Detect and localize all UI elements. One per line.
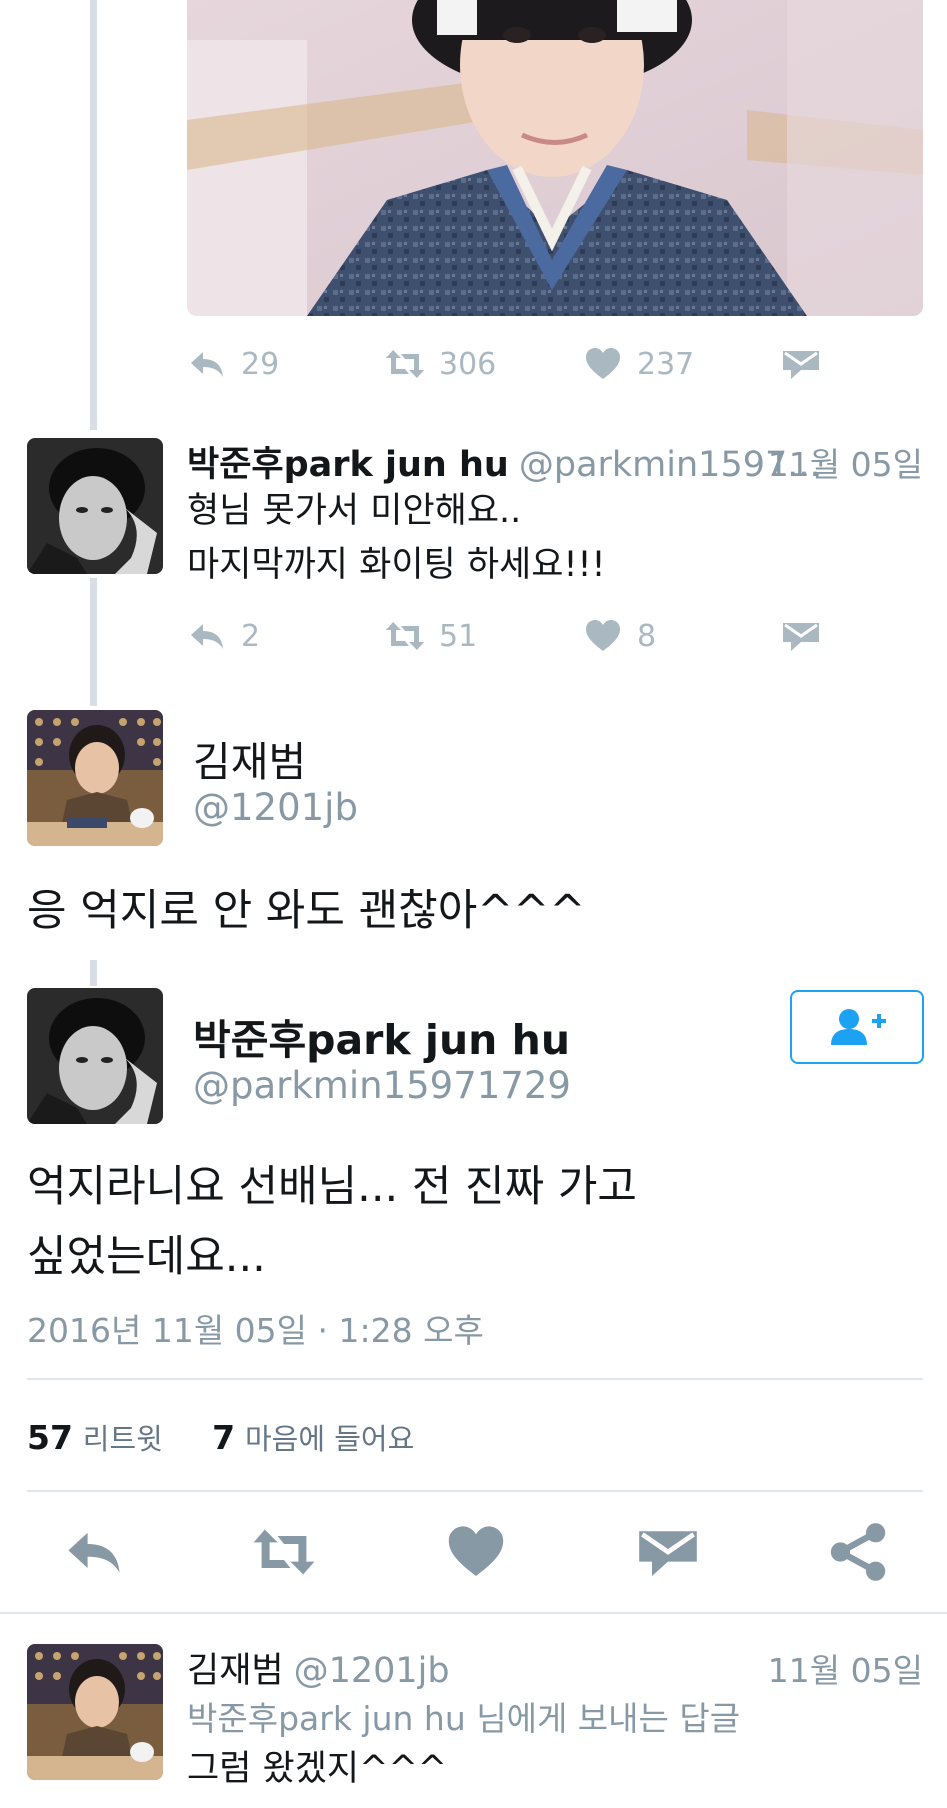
reply1-text: 형님 못가서 미안해요.. 마지막까지 화이팅 하세요!!! bbox=[187, 484, 606, 592]
retweet-icon bbox=[253, 1529, 315, 1575]
retweet-count: 306 bbox=[439, 346, 497, 382]
retweet-count: 51 bbox=[439, 618, 478, 654]
envelope-icon bbox=[639, 1531, 697, 1576]
retweet-icon bbox=[386, 622, 424, 650]
main-action-bar bbox=[0, 1520, 947, 1588]
thread-line-mid bbox=[90, 578, 97, 706]
retweet-icon bbox=[386, 350, 424, 378]
bottom-reply-date: 11월 05일 bbox=[767, 1651, 923, 1690]
dm-action[interactable] bbox=[781, 608, 835, 664]
parent-text: 응 억지로 안 와도 괜찮아^^^ bbox=[27, 886, 586, 936]
like-button[interactable] bbox=[444, 1520, 508, 1584]
reply-action[interactable]: 2 bbox=[187, 608, 260, 664]
heart-icon bbox=[586, 620, 620, 651]
retweet-action[interactable]: 306 bbox=[385, 336, 496, 392]
reply1-line-2: 마지막까지 화이팅 하세요!!! bbox=[187, 545, 606, 585]
retweet-total-label[interactable]: 리트윗 bbox=[83, 1422, 163, 1456]
reply-button[interactable] bbox=[62, 1520, 126, 1584]
engagement-stats: 57 리트윗 7 마음에 들어요 bbox=[27, 1416, 414, 1458]
divider-top bbox=[27, 1378, 923, 1380]
like-count: 237 bbox=[637, 346, 695, 382]
like-action[interactable]: 237 bbox=[583, 336, 694, 392]
reply1-line-1: 형님 못가서 미안해요.. bbox=[187, 491, 522, 531]
share-button[interactable] bbox=[826, 1520, 890, 1584]
tweet-photo[interactable] bbox=[187, 0, 923, 316]
parent-name[interactable]: 김재범 bbox=[193, 728, 306, 788]
like-total[interactable]: 7 bbox=[212, 1418, 235, 1457]
avatar-kimjaebum[interactable] bbox=[27, 710, 163, 846]
share-icon bbox=[830, 1523, 886, 1581]
reply1-header: 박준후park jun hu @parkmin1597... bbox=[187, 436, 821, 487]
retweet-total[interactable]: 57 bbox=[27, 1418, 73, 1457]
like-total-label[interactable]: 마음에 들어요 bbox=[245, 1422, 414, 1456]
main-name[interactable]: 박준후park jun hu bbox=[193, 1006, 570, 1066]
reply-icon bbox=[191, 352, 223, 377]
bottom-reply-text: 그럼 왔겠지^^^ bbox=[187, 1749, 448, 1789]
heart-icon bbox=[586, 348, 620, 379]
dm-button[interactable] bbox=[636, 1520, 700, 1584]
main-timestamp[interactable]: 2016년 11월 05일 · 1:28 오후 bbox=[27, 1304, 484, 1352]
like-count: 8 bbox=[637, 618, 657, 654]
parent-handle[interactable]: @1201jb bbox=[193, 786, 358, 829]
retweet-button[interactable] bbox=[252, 1520, 316, 1584]
avatar-parkjunhu[interactable] bbox=[27, 438, 163, 574]
divider-bottom bbox=[0, 1612, 947, 1614]
reply-count: 2 bbox=[241, 618, 261, 654]
retweet-action[interactable]: 51 bbox=[385, 608, 477, 664]
heart-icon bbox=[448, 1526, 504, 1576]
reply1-actions: 2 51 8 bbox=[187, 608, 827, 664]
bottom-reply-name[interactable]: 김재범 bbox=[187, 1651, 284, 1691]
like-action[interactable]: 8 bbox=[583, 608, 656, 664]
reply1-date: 11월 05일 bbox=[767, 445, 923, 484]
replying-to[interactable]: 박준후park jun hu 님에게 보내는 답글 bbox=[187, 1692, 740, 1740]
main-line-1: 억지라니요 선배님... 전 진짜 가고 bbox=[27, 1162, 637, 1212]
bottom-reply-header: 김재범 @1201jb bbox=[187, 1642, 450, 1693]
envelope-icon bbox=[783, 623, 819, 651]
bottom-reply-handle[interactable]: @1201jb bbox=[294, 1651, 450, 1691]
main-text: 억지라니요 선배님... 전 진짜 가고 싶었는데요... bbox=[27, 1152, 637, 1292]
thread-line-top bbox=[90, 0, 97, 430]
reply1-name[interactable]: 박준후park jun hu bbox=[187, 445, 509, 485]
avatar-bottom-kimjaebum[interactable] bbox=[27, 1644, 163, 1780]
main-line-2: 싶었는데요... bbox=[27, 1232, 266, 1282]
main-handle[interactable]: @parkmin15971729 bbox=[193, 1064, 571, 1107]
top-tweet-actions: 29 306 237 bbox=[187, 336, 827, 392]
divider-mid bbox=[27, 1490, 923, 1492]
reply-action[interactable]: 29 bbox=[187, 336, 279, 392]
reply-icon bbox=[191, 624, 223, 649]
add-user-icon bbox=[831, 1009, 886, 1045]
follow-button[interactable] bbox=[790, 990, 924, 1064]
envelope-icon bbox=[783, 351, 819, 379]
reply-count: 29 bbox=[241, 346, 280, 382]
thread-line-low bbox=[90, 960, 97, 986]
avatar-main-parkjunhu[interactable] bbox=[27, 988, 163, 1124]
dm-action[interactable] bbox=[781, 336, 835, 392]
reply-icon bbox=[68, 1532, 120, 1573]
